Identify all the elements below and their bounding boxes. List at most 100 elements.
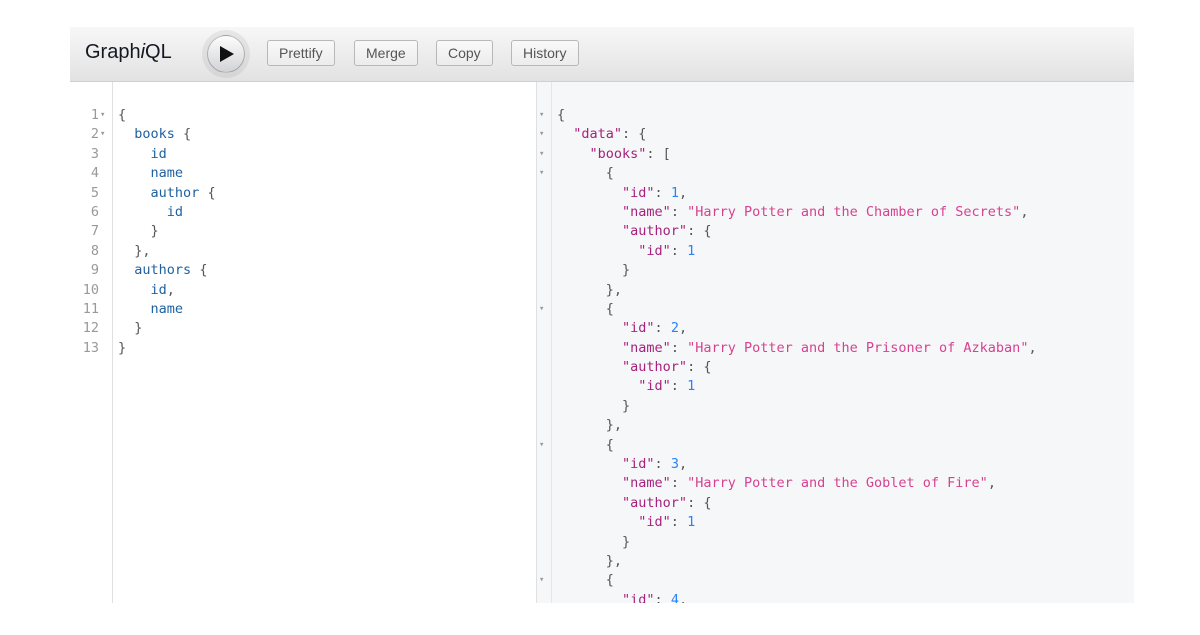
copy-button[interactable]: Copy [436,40,493,66]
execute-query-button[interactable] [207,35,245,73]
result-line: }, [605,417,623,434]
line-number: 6 [90,203,99,220]
code-line: books { [134,126,192,143]
fold-toggle-icon[interactable]: ▾ [539,125,549,144]
line-numbers: 1 2 3 4 5 6 7 8 9 10 11 12 13 [70,106,99,358]
fold-toggle-icon[interactable]: ▾ [539,571,549,590]
result-line: "books": [ [589,145,671,162]
play-icon [220,46,234,62]
result-line: }, [605,552,623,569]
result-fold-markers: ▾ ▾ ▾ ▾ ▾ ▾ ▾ [539,106,549,603]
result-line: "name": "Harry Potter and the Goblet of … [622,475,996,492]
result-json: { "data": { "books": [ { "id": 1, "name"… [557,106,1037,603]
result-line: "data": { [573,126,647,143]
code-line: id [150,145,167,162]
fold-toggle-icon[interactable]: ▾ [539,145,549,164]
line-number: 12 [82,320,99,337]
result-line: "id": 2, [622,320,688,337]
code-line: } [134,320,143,337]
result-line: "id": 4, [622,591,688,603]
toolbar: GraphiQL Prettify Merge Copy History [70,27,1134,82]
result-line: }, [605,281,623,298]
line-number: 4 [90,165,99,182]
result-viewer: ▾ ▾ ▾ ▾ ▾ ▾ ▾ { "data": { "books": [ { "id": 1… [537,82,1134,603]
result-line: "author": { [622,359,712,376]
fold-toggle-icon[interactable]: ▾ [539,164,549,183]
result-line: { [605,436,614,453]
code-line: } [118,339,127,356]
fold-toggle-icon[interactable]: ▾ [539,300,549,319]
graphiql-app: GraphiQL Prettify Merge Copy History 123… [70,27,1134,603]
code-line: id, [150,281,175,298]
line-number: 9 [90,262,99,279]
result-line: "id": 1, [622,184,688,201]
line-number: 8 [90,242,99,259]
result-line: "author": { [622,494,712,511]
result-line: "id": 1 [638,378,696,395]
fold-toggle-icon[interactable]: ▾ [100,106,112,125]
code-line: { [118,107,127,123]
code-line: authors { [134,262,208,279]
code-line: name [150,300,184,317]
result-line: "id": 3, [622,456,688,473]
app-title: GraphiQL [85,41,172,63]
code-line: name [150,165,184,182]
fold-toggle-icon[interactable]: ▾ [100,125,112,144]
result-line: "id": 1 [638,242,696,259]
result-line: "name": "Harry Potter and the Prisoner o… [622,339,1037,356]
code-line: id [166,203,184,220]
line-number: 10 [82,281,99,298]
line-number: 7 [90,223,99,240]
result-line: } [622,533,631,550]
line-number: 5 [90,184,99,201]
result-line: "name": "Harry Potter and the Chamber of… [622,203,1029,220]
query-code[interactable]: { books { id name author { id } }, autho… [118,106,216,358]
merge-button[interactable]: Merge [354,40,418,66]
code-line: }, [134,242,151,259]
result-line: "id": 1 [638,514,696,531]
history-button[interactable]: History [511,40,579,66]
line-number: 1 [90,107,99,123]
fold-toggle-icon[interactable]: ▾ [539,106,549,125]
prettify-button[interactable]: Prettify [267,40,335,66]
result-line: { [557,107,566,123]
result-line: { [605,165,614,182]
line-number: 13 [82,339,99,356]
result-line: } [622,397,631,414]
code-line: author { [150,184,216,201]
code-line: } [150,223,159,240]
query-editor[interactable]: 1 2 3 4 5 6 7 8 9 10 11 12 13 ▾ ▾ { books { id name a… [70,82,536,603]
line-number: 11 [82,300,99,317]
fold-toggle-icon[interactable]: ▾ [539,436,549,455]
line-number: 2 [90,126,99,143]
